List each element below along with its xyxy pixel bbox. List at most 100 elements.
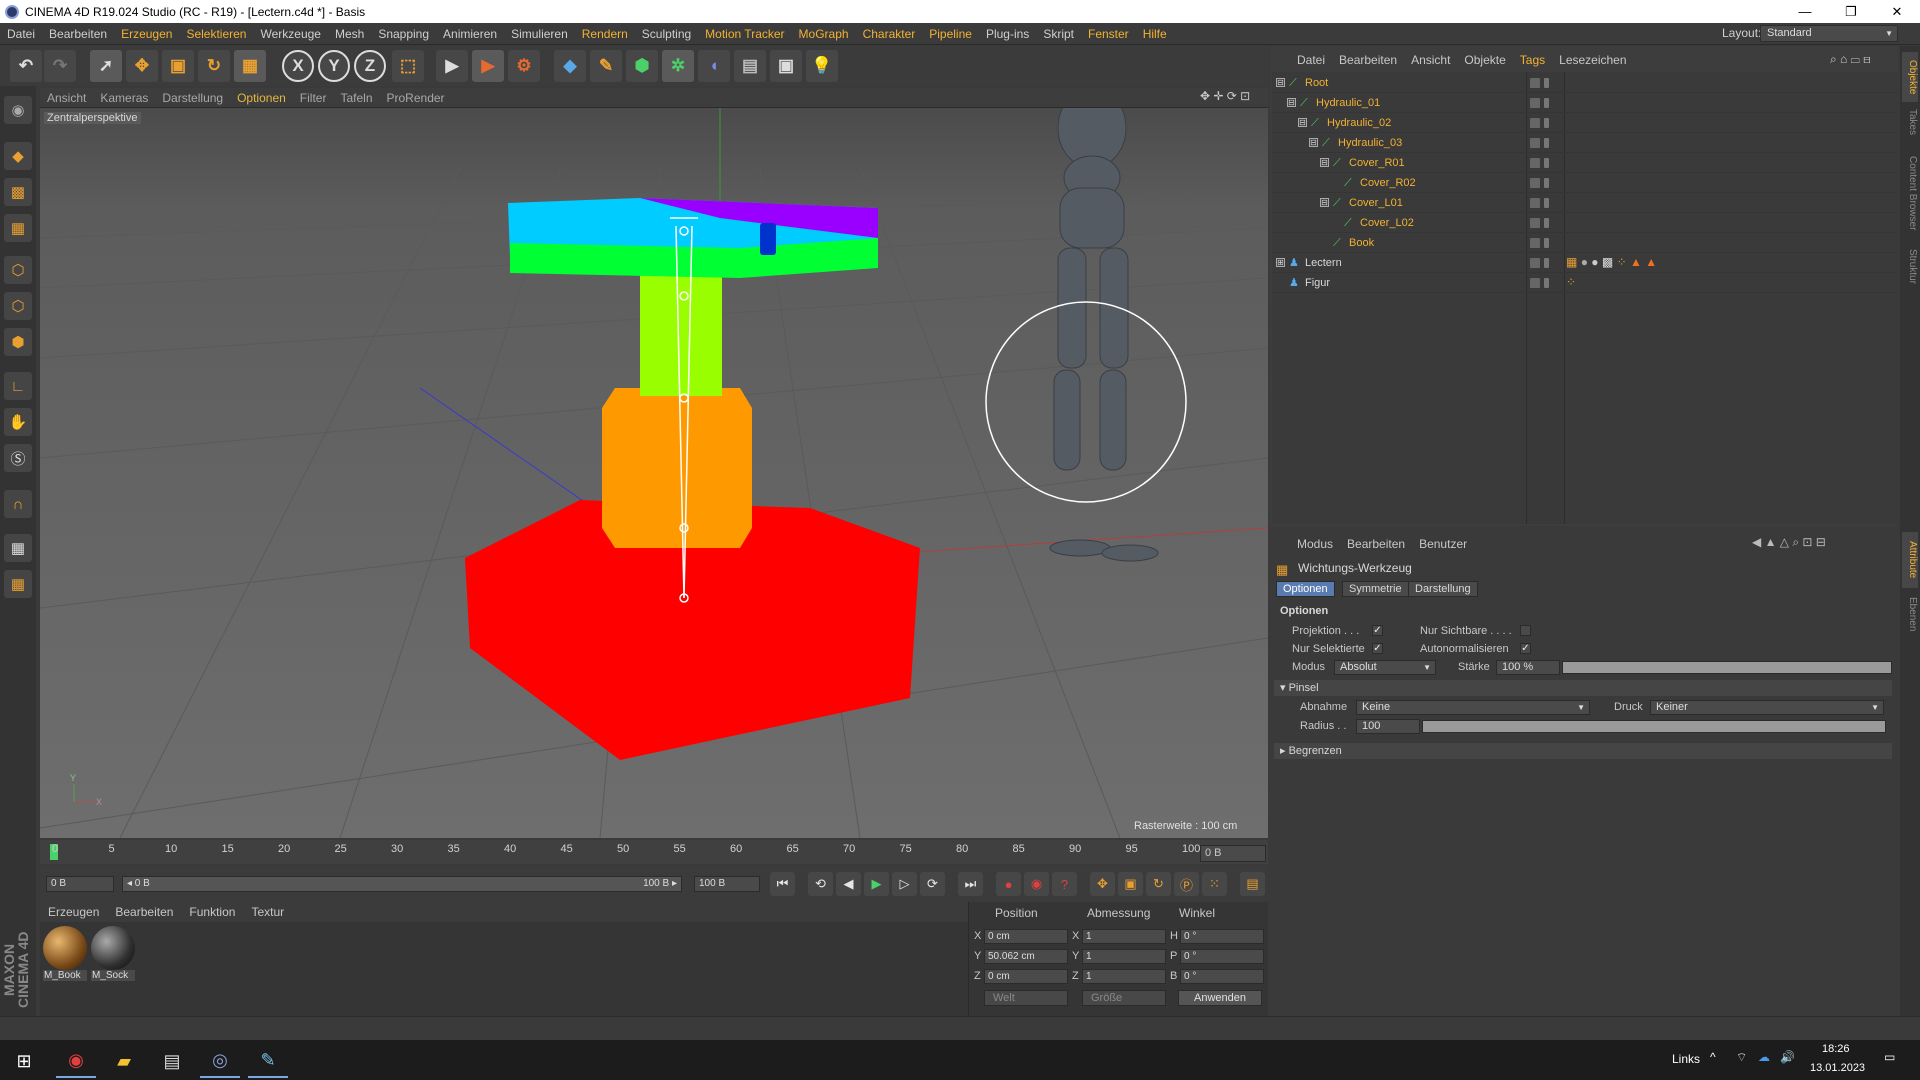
menu-sculpting[interactable]: Sculpting bbox=[635, 27, 698, 41]
viewport-nav-icons[interactable]: ✥ ✛ ⟳ ⊡ bbox=[1200, 89, 1250, 103]
menu-bearbeiten[interactable]: Bearbeiten bbox=[42, 27, 114, 41]
polygons-mode-icon[interactable]: ⬢ bbox=[4, 328, 32, 356]
prev-frame-icon[interactable]: ◀ bbox=[836, 872, 861, 896]
object-row-book[interactable]: ⟋ Book bbox=[1272, 233, 1898, 253]
layout-select[interactable]: Standard ▼ bbox=[1760, 25, 1898, 42]
material-ball-book[interactable] bbox=[43, 926, 87, 970]
cinema4d-taskbar-icon[interactable]: ◎ bbox=[200, 1044, 240, 1078]
tree-toggle-icon[interactable]: ⊟ bbox=[1287, 98, 1296, 107]
falloff-select[interactable]: Keine ▼ bbox=[1356, 700, 1590, 715]
axis-mode-icon[interactable]: ∟ bbox=[4, 372, 32, 400]
record-keys-icon[interactable]: ● bbox=[996, 872, 1021, 896]
tree-toggle-icon[interactable]: ⊟ bbox=[1298, 118, 1307, 127]
select-tool-icon[interactable]: ➚ bbox=[90, 50, 122, 82]
attribute-menu-benutzer[interactable]: Benutzer bbox=[1412, 537, 1474, 551]
render-settings-icon[interactable]: ⚙ bbox=[508, 50, 540, 82]
radius-slider[interactable] bbox=[1422, 720, 1886, 733]
snap-icon[interactable]: ∩ bbox=[4, 490, 32, 518]
only-selected-checkbox[interactable]: ✓ bbox=[1372, 643, 1383, 654]
figur-selection-tag-icon[interactable]: ⁘ bbox=[1566, 275, 1576, 289]
pressure-select[interactable]: Keiner ▼ bbox=[1650, 700, 1884, 715]
render-view-icon[interactable]: ▶ bbox=[436, 50, 468, 82]
object-row-cover-l01[interactable]: ⊟ ⟋ Cover_L01 bbox=[1272, 193, 1898, 213]
object-row-root[interactable]: ⊟ ⟋ Root bbox=[1272, 73, 1898, 93]
apply-button[interactable]: Anwenden bbox=[1178, 990, 1262, 1006]
minimize-button[interactable]: — bbox=[1782, 0, 1828, 23]
object-row-cover-l02[interactable]: ⟋ Cover_L02 bbox=[1272, 213, 1898, 233]
attribute-menu-bearbeiten[interactable]: Bearbeiten bbox=[1340, 537, 1412, 551]
menu-snapping[interactable]: Snapping bbox=[371, 27, 436, 41]
solo-icon[interactable]: Ⓢ bbox=[4, 444, 32, 472]
subdivision-icon[interactable]: ⬢ bbox=[626, 50, 658, 82]
menu-skript[interactable]: Skript bbox=[1036, 27, 1081, 41]
goto-start-icon[interactable]: ⏮ bbox=[770, 872, 795, 896]
frame-range-slider[interactable]: ◂ 0 B 100 B ▸ bbox=[122, 876, 682, 892]
polygon-selection-tag-icon[interactable]: ▲ bbox=[1645, 255, 1657, 269]
object-row-hydraulic-03[interactable]: ⊟ ⟋ Hydraulic_03 bbox=[1272, 133, 1898, 153]
editor-visibility-flag[interactable] bbox=[1530, 178, 1540, 188]
position-x-field[interactable]: 0 cm bbox=[984, 929, 1068, 944]
light-icon[interactable]: 💡 bbox=[806, 50, 838, 82]
editor-visibility-flag[interactable] bbox=[1530, 118, 1540, 128]
position-y-field[interactable]: 50.062 cm bbox=[984, 949, 1068, 964]
menu-mograph[interactable]: MoGraph bbox=[792, 27, 856, 41]
object-menu-lesezeichen[interactable]: Lesezeichen bbox=[1552, 53, 1633, 67]
strength-slider[interactable] bbox=[1562, 661, 1892, 674]
tab-content-browser[interactable]: Content Browser bbox=[1902, 148, 1918, 238]
rotation-b-field[interactable]: 0 ° bbox=[1180, 969, 1264, 984]
texture-tag-icon[interactable]: ▩ bbox=[1602, 255, 1613, 269]
radius-field[interactable]: 100 bbox=[1356, 719, 1420, 734]
tab-optionen[interactable]: Optionen bbox=[1276, 581, 1335, 597]
file-explorer-icon[interactable]: ▰ bbox=[104, 1044, 144, 1078]
planar-workplane-icon[interactable]: ▦ bbox=[4, 570, 32, 598]
make-editable-icon[interactable]: ◉ bbox=[4, 96, 32, 124]
tab-struktur[interactable]: Struktur bbox=[1902, 244, 1918, 290]
render-visibility-flag[interactable] bbox=[1544, 78, 1549, 88]
windows-start-icon[interactable]: ⊞ bbox=[4, 1044, 44, 1078]
undo-button[interactable]: ↶ bbox=[10, 50, 42, 82]
object-menu-ansicht[interactable]: Ansicht bbox=[1404, 53, 1457, 67]
render-visibility-flag[interactable] bbox=[1544, 98, 1549, 108]
tree-toggle-icon[interactable]: ⊟ bbox=[1320, 198, 1329, 207]
notepad-icon[interactable]: ▤ bbox=[152, 1044, 192, 1078]
tree-toggle-icon[interactable]: ⊟ bbox=[1276, 78, 1285, 87]
size-z-field[interactable]: 1 bbox=[1082, 969, 1166, 984]
prev-key-icon[interactable]: ⟲ bbox=[808, 872, 833, 896]
size-x-field[interactable]: 1 bbox=[1082, 929, 1166, 944]
mode-select[interactable]: Absolut ▼ bbox=[1334, 660, 1436, 675]
model-mode-icon[interactable]: ◆ bbox=[4, 142, 32, 170]
lectern-tags[interactable]: ▦ ● ● ▩ ⁘ ▲ ▲ bbox=[1566, 255, 1657, 269]
polygon-selection-tag-icon[interactable]: ▲ bbox=[1630, 255, 1642, 269]
camera-icon[interactable]: ▣ bbox=[770, 50, 802, 82]
menu-animieren[interactable]: Animieren bbox=[436, 27, 504, 41]
chrome-icon[interactable]: ◉ bbox=[56, 1044, 96, 1078]
limits-section[interactable]: ▸ Begrenzen bbox=[1274, 743, 1892, 759]
viewport-menu-kameras[interactable]: Kameras bbox=[93, 91, 155, 105]
edges-mode-icon[interactable]: ⬡ bbox=[4, 292, 32, 320]
move-tool-icon[interactable]: ✥ bbox=[126, 50, 158, 82]
end-frame-field[interactable]: 100 B bbox=[694, 876, 760, 892]
attribute-nav-icons[interactable]: ◀ ▲ △ ⌕ ⊡ ⊟ bbox=[1752, 535, 1826, 550]
workplane-icon[interactable]: ▦ bbox=[4, 214, 32, 242]
tree-toggle-icon[interactable]: ⊟ bbox=[1320, 158, 1329, 167]
editor-visibility-flag[interactable] bbox=[1530, 258, 1540, 268]
next-key-icon[interactable]: ⟳ bbox=[920, 872, 945, 896]
maximize-button[interactable]: ❐ bbox=[1828, 0, 1874, 23]
material-menu-funktion[interactable]: Funktion bbox=[181, 905, 243, 919]
taskbar-links-label[interactable]: Links bbox=[1672, 1052, 1700, 1066]
selection-tag-icon[interactable]: ⁘ bbox=[1617, 255, 1627, 269]
current-frame-field[interactable]: 0 B bbox=[1200, 845, 1266, 862]
menu-hilfe[interactable]: Hilfe bbox=[1136, 27, 1174, 41]
key-position-icon[interactable]: ✥ bbox=[1090, 872, 1115, 896]
tab-ebenen[interactable]: Ebenen bbox=[1902, 594, 1918, 634]
tray-chevron-icon[interactable]: ^ bbox=[1710, 1050, 1716, 1064]
deformer-icon[interactable]: ✲ bbox=[662, 50, 694, 82]
start-frame-field[interactable]: 0 B bbox=[46, 876, 114, 892]
render-visibility-flag[interactable] bbox=[1544, 278, 1549, 288]
x-axis-lock-button[interactable]: X bbox=[282, 50, 314, 82]
attribute-menu-modus[interactable]: Modus bbox=[1290, 537, 1340, 551]
deformer-bend-icon[interactable]: ◖ bbox=[698, 50, 730, 82]
object-row-hydraulic-01[interactable]: ⊟ ⟋ Hydraulic_01 bbox=[1272, 93, 1898, 113]
size-mode-select[interactable]: Größe bbox=[1082, 990, 1166, 1006]
viewport-menu-tafeln[interactable]: Tafeln bbox=[333, 91, 379, 105]
